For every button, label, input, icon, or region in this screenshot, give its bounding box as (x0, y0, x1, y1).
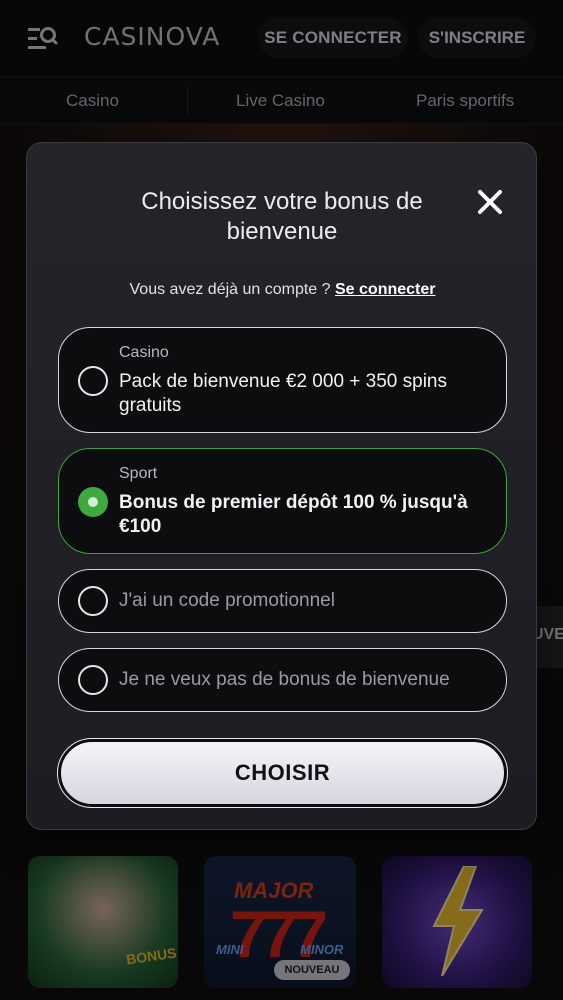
option-text: Je ne veux pas de bonus de bienvenue (119, 669, 450, 690)
account-prompt-text: Vous avez déjà un compte ? (129, 281, 331, 298)
account-prompt: Vous avez déjà un compte ? Se connecter (27, 281, 538, 299)
bonus-option-sport[interactable]: Sport Bonus de premier dépôt 100 % jusqu… (58, 448, 507, 554)
choose-button[interactable]: CHOISIR (57, 738, 508, 808)
option-text: Pack de bienvenue €2 000 + 350 spins gra… (119, 371, 448, 416)
option-text: J'ai un code promotionnel (119, 590, 335, 611)
option-category: Sport (119, 465, 158, 482)
option-category: Casino (119, 344, 169, 361)
close-icon[interactable] (475, 187, 505, 217)
radio-button-selected[interactable] (78, 487, 108, 517)
bonus-option-promo-code[interactable]: J'ai un code promotionnel (58, 569, 507, 633)
login-link[interactable]: Se connecter (335, 281, 435, 298)
bonus-option-no-bonus[interactable]: Je ne veux pas de bonus de bienvenue (58, 648, 507, 712)
welcome-bonus-modal: Choisissez votre bonus de bienvenue Vous… (26, 142, 537, 830)
radio-button[interactable] (78, 665, 108, 695)
bonus-option-casino[interactable]: Casino Pack de bienvenue €2 000 + 350 sp… (58, 327, 507, 433)
option-text: Bonus de premier dépôt 100 % jusqu'à €10… (119, 492, 468, 537)
radio-button[interactable] (78, 366, 108, 396)
modal-title: Choisissez votre bonus de bienvenue (141, 188, 423, 245)
radio-button[interactable] (78, 586, 108, 616)
